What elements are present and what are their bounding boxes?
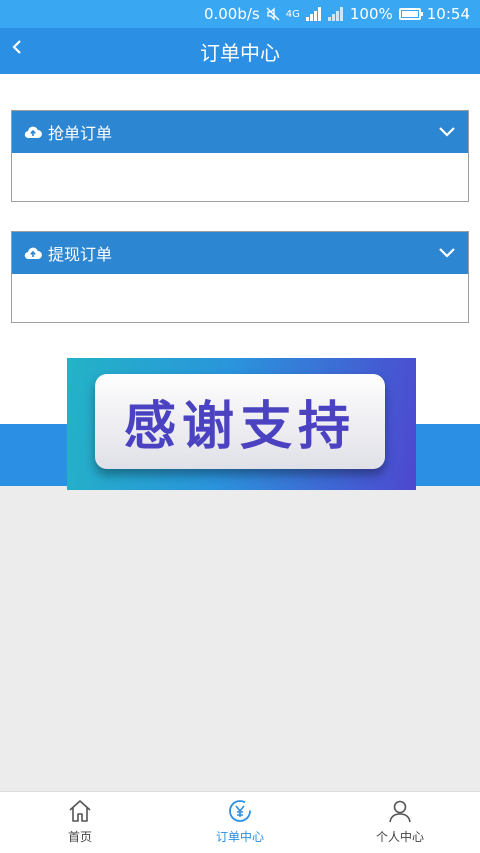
thanks-banner: 感谢支持: [67, 358, 416, 490]
signal-icon: [305, 7, 321, 21]
cloud-upload-icon: [24, 126, 42, 139]
panel-grab-orders: 抢单订单: [11, 110, 469, 202]
status-bar: 0.00b/s 4G 100% 10:54: [0, 0, 480, 28]
user-icon: [389, 800, 411, 823]
battery-icon: [398, 8, 423, 20]
cloud-upload-icon: [24, 247, 42, 260]
mute-icon: [266, 7, 280, 21]
panel-withdraw-orders-body: [12, 274, 468, 322]
tab-profile[interactable]: 个人中心: [320, 792, 480, 853]
signal-icon-secondary: [327, 7, 343, 21]
battery-percent: 100%: [349, 5, 393, 23]
bottom-tab-bar: 首页 订单中心 个人中心: [0, 791, 480, 853]
panel-withdraw-orders: 提现订单: [11, 231, 469, 323]
network-type: 4G: [285, 8, 300, 20]
banner-text: 感谢支持: [123, 396, 356, 457]
panel-grab-orders-header[interactable]: 抢单订单: [12, 111, 468, 153]
thanks-card: 感谢支持: [95, 374, 385, 469]
chevron-down-icon[interactable]: [436, 120, 458, 142]
order-icon: [229, 800, 251, 822]
panel-withdraw-orders-label: 提现订单: [48, 245, 113, 264]
clock: 10:54: [426, 5, 470, 23]
network-speed: 0.00b/s: [203, 5, 260, 23]
tab-order-center[interactable]: 订单中心: [160, 792, 320, 853]
header-bar: 订单中心: [0, 28, 480, 74]
page-title: 订单中心: [200, 40, 280, 65]
tab-order-center-label: 订单中心: [215, 830, 264, 844]
panel-grab-orders-body: [12, 153, 468, 201]
tab-home-label: 首页: [67, 830, 92, 844]
tab-profile-label: 个人中心: [375, 830, 424, 844]
panel-withdraw-orders-header[interactable]: 提现订单: [12, 232, 468, 274]
home-icon: [69, 800, 91, 822]
tab-home[interactable]: 首页: [0, 792, 160, 853]
panel-grab-orders-label: 抢单订单: [48, 124, 113, 143]
chevron-down-icon[interactable]: [436, 241, 458, 263]
back-icon[interactable]: [10, 36, 24, 58]
